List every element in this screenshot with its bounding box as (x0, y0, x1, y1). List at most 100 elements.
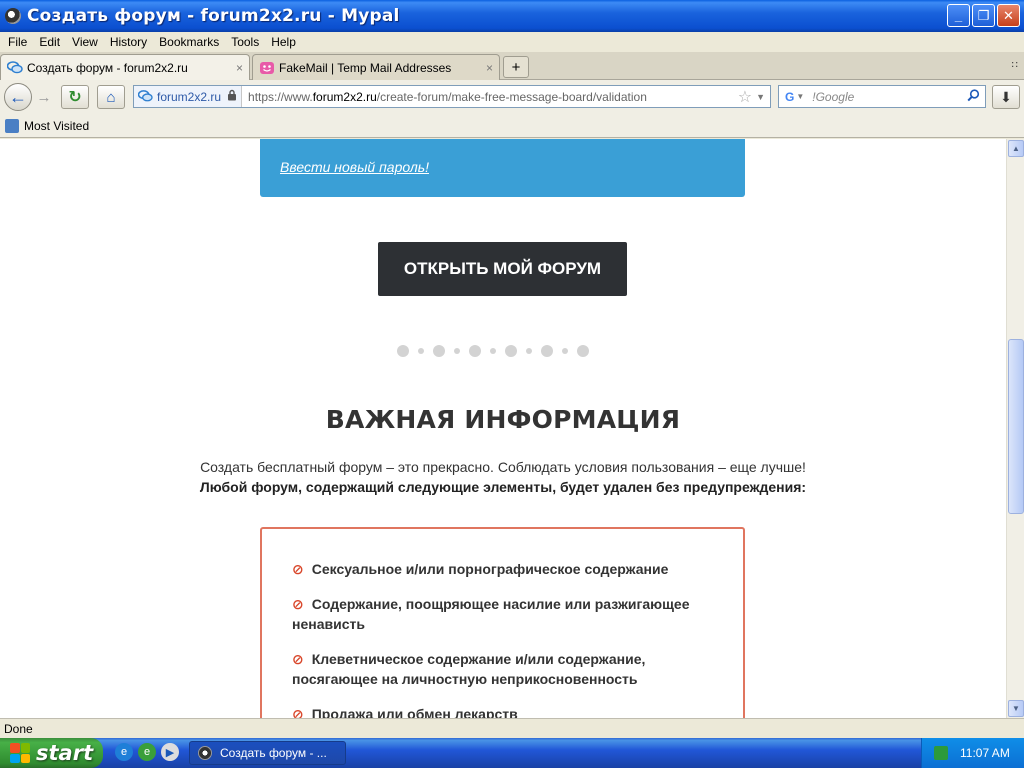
menu-file[interactable]: File (2, 35, 33, 49)
most-visited-bookmark[interactable]: Most Visited (24, 119, 89, 133)
taskbar-window-label: Создать форум - ... (220, 746, 327, 760)
bookmark-star-icon[interactable]: ☆ (738, 87, 752, 107)
menu-history[interactable]: History (104, 35, 153, 49)
url-text[interactable]: https://www.forum2x2.ru/create-forum/mak… (242, 90, 738, 104)
chat-bubble-icon (138, 90, 153, 102)
rule-text: Клеветническое содержание и/или содержан… (292, 651, 646, 687)
url-prefix: https://www. (248, 89, 313, 104)
rule-text: Содержание, поощряющее насилие или разжи… (292, 596, 690, 632)
tab-label: FakeMail | Temp Mail Addresses (279, 60, 452, 75)
step-dot (562, 348, 568, 354)
url-dropdown-icon[interactable]: ▼ (756, 92, 765, 102)
windows-taskbar: start e e ▶ Создать форум - ... 11:07 AM (0, 738, 1024, 768)
navigation-bar: ← → ↻ ⌂ forum2x2.ru https://www.forum2x2… (0, 80, 1024, 114)
taskbar-window-button[interactable]: Создать форум - ... (189, 741, 346, 765)
status-bar: Done (0, 718, 1024, 738)
start-label: start (36, 741, 94, 765)
step-indicator (397, 345, 598, 357)
rule-item: ⊘ Продажа или обмен лекарств (292, 704, 722, 718)
tab-create-forum[interactable]: Создать форум - forum2x2.ru × (0, 54, 250, 80)
new-tab-button[interactable]: + (503, 56, 529, 78)
rule-text: Продажа или обмен лекарств (311, 706, 518, 718)
rule-text: Сексуальное и/или порнографическое содер… (311, 561, 669, 577)
network-icon[interactable] (934, 746, 948, 760)
warning-text: Любой форум, содержащий следующие элемен… (199, 479, 807, 495)
step-dot (541, 345, 553, 357)
scroll-up-button[interactable]: ▲ (1008, 140, 1024, 157)
rule-item: ⊘ Клеветническое содержание и/или содержа… (292, 649, 722, 689)
window-title: Создать форум - forum2x2.ru - Mypal (27, 6, 400, 26)
pink-face-icon (259, 60, 275, 76)
clock: 11:07 AM (960, 746, 1010, 760)
system-tray: 11:07 AM (921, 738, 1024, 768)
url-domain: forum2x2.ru (312, 89, 377, 104)
forward-button[interactable]: → (33, 87, 55, 107)
step-dot (397, 345, 409, 357)
tab-strip: Создать форум - forum2x2.ru × FakeMail |… (0, 52, 1024, 80)
important-info-heading: ВАЖНАЯ ИНФОРМАЦИЯ (325, 405, 681, 434)
site-identity[interactable]: forum2x2.ru (134, 86, 243, 107)
tab-close-icon[interactable]: × (486, 61, 493, 75)
menu-help[interactable]: Help (265, 35, 302, 49)
rule-item: ⊘ Содержание, поощряющее насилие или разж… (292, 594, 722, 634)
mypal-app-icon (198, 746, 212, 760)
menu-tools[interactable]: Tools (225, 35, 265, 49)
maximize-button[interactable]: ❐ (972, 4, 995, 27)
search-icon[interactable] (967, 88, 980, 105)
internet-explorer-icon[interactable]: e (115, 743, 133, 761)
search-input[interactable]: !Google (812, 90, 967, 104)
minimize-button[interactable]: _ (947, 4, 970, 27)
address-bar[interactable]: forum2x2.ru https://www.forum2x2.ru/crea… (133, 85, 771, 108)
status-text: Done (4, 721, 33, 736)
mypal-app-icon (5, 8, 21, 24)
menu-bar: File Edit View History Bookmarks Tools H… (0, 32, 1024, 52)
ban-icon: ⊘ (292, 596, 304, 612)
step-dot (490, 348, 496, 354)
menu-edit[interactable]: Edit (33, 35, 66, 49)
media-player-icon[interactable]: ▶ (161, 743, 179, 761)
url-path: /create-forum/make-free-message-board/va… (376, 89, 647, 104)
window-title-bar[interactable]: Создать форум - forum2x2.ru - Mypal _ ❐ … (0, 0, 1024, 32)
search-bar[interactable]: G ▼ !Google (778, 85, 986, 108)
ban-icon: ⊘ (292, 651, 304, 667)
close-button[interactable]: ✕ (997, 4, 1020, 27)
download-button[interactable]: ⬇ (992, 85, 1020, 109)
password-notice-box: Ввести новый пароль! (260, 139, 745, 197)
bookmarks-toolbar: Most Visited (0, 114, 1024, 138)
scroll-thumb[interactable] (1008, 339, 1024, 514)
ban-icon: ⊘ (292, 561, 304, 577)
step-dot (418, 348, 424, 354)
open-forum-button[interactable]: ОТКРЫТЬ МОЙ ФОРУМ (378, 242, 627, 296)
search-engine-dropdown-icon[interactable]: ▼ (796, 92, 804, 101)
step-dot (577, 345, 589, 357)
tab-label: Создать форум - forum2x2.ru (27, 60, 188, 75)
vertical-scrollbar[interactable]: ▲ ▼ (1006, 139, 1024, 718)
page-viewport: Ввести новый пароль! ОТКРЫТЬ МОЙ ФОРУМ В… (0, 139, 1006, 718)
scroll-down-button[interactable]: ▼ (1008, 700, 1024, 717)
menu-bookmarks[interactable]: Bookmarks (153, 35, 225, 49)
google-icon[interactable]: G (785, 90, 794, 104)
reload-button[interactable]: ↻ (61, 85, 89, 109)
intro-text: Создать бесплатный форум – это прекрасно… (200, 459, 806, 475)
site-identity-label: forum2x2.ru (157, 89, 222, 104)
tab-list-icon[interactable]: ∷ (1012, 60, 1018, 71)
step-dot (526, 348, 532, 354)
step-dot (469, 345, 481, 357)
lock-icon (227, 89, 237, 104)
tab-fakemail[interactable]: FakeMail | Temp Mail Addresses × (252, 54, 500, 80)
home-button[interactable]: ⌂ (97, 85, 125, 109)
new-password-link[interactable]: Ввести новый пароль! (280, 159, 429, 175)
browser-shortcut-icon[interactable]: e (138, 743, 156, 761)
forbidden-content-box: ⊘ Сексуальное и/или порнографическое соде… (260, 527, 745, 718)
back-button[interactable]: ← (4, 83, 32, 111)
windows-logo-icon (10, 743, 30, 763)
start-button[interactable]: start (0, 738, 103, 768)
menu-view[interactable]: View (66, 35, 104, 49)
window-controls: _ ❐ ✕ (947, 4, 1020, 27)
ban-icon: ⊘ (292, 706, 304, 718)
step-dot (505, 345, 517, 357)
rule-item: ⊘ Сексуальное и/или порнографическое соде… (292, 559, 722, 579)
step-dot (454, 348, 460, 354)
step-dot (433, 345, 445, 357)
tab-close-icon[interactable]: × (236, 61, 243, 75)
